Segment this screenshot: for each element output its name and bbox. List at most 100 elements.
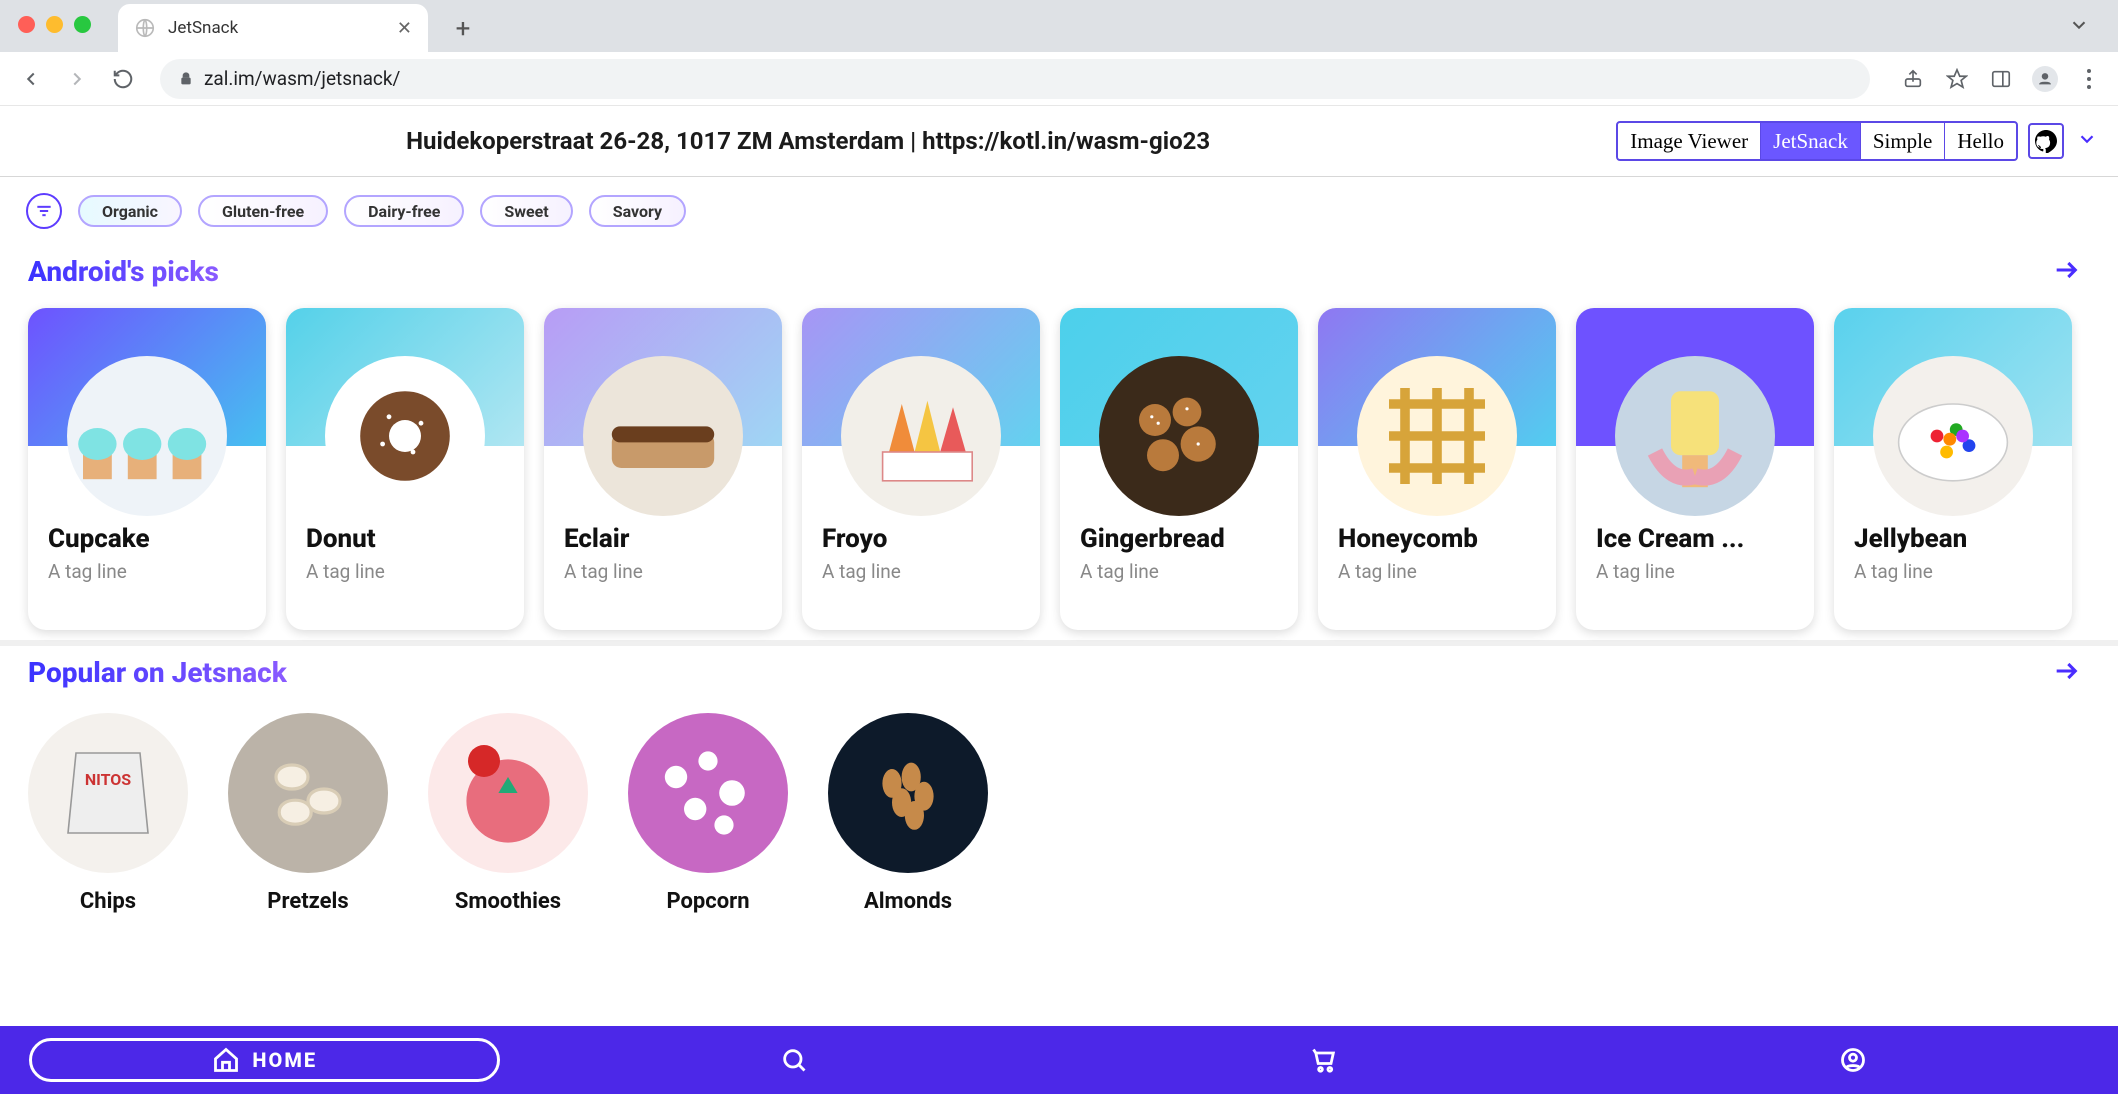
filter-chip-dairy-free[interactable]: Dairy-free [344,195,464,227]
bottom-nav-search[interactable] [530,1046,1060,1074]
snack-tagline: A tag line [564,560,762,583]
bottom-nav: HOME [0,1026,2118,1094]
reload-button[interactable] [108,64,138,94]
snack-image [67,356,227,516]
snack-image [841,356,1001,516]
popular-item[interactable]: Smoothies [428,713,588,914]
snack-tagline: A tag line [306,560,504,583]
snack-card[interactable]: Froyo A tag line [802,308,1040,630]
github-link[interactable] [2028,123,2064,159]
bottom-nav-profile[interactable] [1589,1046,2118,1074]
popular-label: Almonds [864,889,952,914]
bottom-nav-home-label: HOME [252,1048,317,1072]
bottom-nav-home[interactable]: HOME [0,1038,530,1082]
profile-avatar-icon[interactable] [2032,66,2058,92]
sidepanel-icon[interactable] [1988,66,2014,92]
section-header-picks: Android's picks [0,245,2118,292]
globe-icon [134,17,156,39]
page-topbar: Huidekoperstraat 26-28, 1017 ZM Amsterda… [0,106,2118,176]
snack-tagline: A tag line [1080,560,1278,583]
section-header-popular: Popular on Jetsnack [0,646,2118,693]
snack-image [325,356,485,516]
filter-chip-sweet[interactable]: Sweet [480,195,572,227]
window-close-button[interactable] [18,16,35,33]
kebab-menu-icon[interactable] [2076,66,2102,92]
snack-name: Donut [306,524,504,554]
snack-tagline: A tag line [1338,560,1536,583]
browser-tab[interactable]: JetSnack ✕ [118,4,428,52]
snack-name: Ice Cream ... [1596,524,1794,554]
snack-card[interactable]: Donut A tag line [286,308,524,630]
popular-image [428,713,588,873]
filter-chip-gluten-free[interactable]: Gluten-free [198,195,328,227]
filter-icon[interactable] [26,193,62,229]
popular-image [628,713,788,873]
snack-tagline: A tag line [1854,560,2052,583]
bookmark-star-icon[interactable] [1944,66,1970,92]
section-arrow-right-icon[interactable] [2052,657,2080,689]
window-maximize-button[interactable] [74,16,91,33]
popular-label: Smoothies [455,889,561,914]
snack-tagline: A tag line [822,560,1020,583]
demo-tab-hello[interactable]: Hello [1945,123,2016,159]
popular-item[interactable]: Popcorn [628,713,788,914]
url-text: zal.im/wasm/jetsnack/ [204,67,400,90]
snack-name: Honeycomb [1338,524,1536,554]
popular-item[interactable]: Almonds [828,713,988,914]
demo-tab-jetsnack[interactable]: JetSnack [1761,123,1861,159]
popular-item[interactable]: NITOS Chips [28,713,188,914]
popular-item[interactable]: Pretzels [228,713,388,914]
demo-tab-image-viewer[interactable]: Image Viewer [1618,123,1761,159]
snack-card[interactable]: Ice Cream ... A tag line [1576,308,1814,630]
window-controls [18,16,91,33]
share-icon[interactable] [1900,66,1926,92]
browser-actions [1900,66,2102,92]
snack-image [1615,356,1775,516]
back-button[interactable] [16,64,46,94]
page: Huidekoperstraat 26-28, 1017 ZM Amsterda… [0,106,2118,1094]
snack-image [1357,356,1517,516]
profile-icon [1839,1046,1867,1074]
popular-label: Chips [80,889,136,914]
popular-image [828,713,988,873]
popular-row[interactable]: NITOS Chips Pretzels Smoothies Popcorn A… [0,693,2118,934]
cart-icon [1310,1046,1338,1074]
snack-image [1099,356,1259,516]
filter-chip-organic[interactable]: Organic [78,195,182,227]
snack-card[interactable]: Eclair A tag line [544,308,782,630]
browser-tab-title: JetSnack [168,18,238,38]
home-icon [212,1046,240,1074]
snack-image [583,356,743,516]
browser-toolbar: zal.im/wasm/jetsnack/ [0,52,2118,106]
snack-name: Froyo [822,524,1020,554]
snack-tagline: A tag line [1596,560,1794,583]
search-icon [780,1046,808,1074]
snack-card[interactable]: Cupcake A tag line [28,308,266,630]
tabbar-expand-icon[interactable] [2068,14,2090,40]
window-minimize-button[interactable] [46,16,63,33]
close-tab-icon[interactable]: ✕ [377,18,412,39]
popular-label: Popcorn [666,889,749,914]
picks-card-row[interactable]: Cupcake A tag line Donut A tag line Ec [0,292,2118,640]
snack-card[interactable]: Gingerbread A tag line [1060,308,1298,630]
snack-card[interactable]: Jellybean A tag line [1834,308,2072,630]
snack-image [1873,356,2033,516]
demo-tab-simple[interactable]: Simple [1861,123,1946,159]
section-arrow-right-icon[interactable] [2052,256,2080,288]
popular-label: Pretzels [267,889,348,914]
new-tab-button[interactable]: + [446,12,480,46]
address-bar[interactable]: zal.im/wasm/jetsnack/ [160,59,1870,99]
header-chevron-down-icon[interactable] [2076,128,2098,154]
demo-tab-group: Image Viewer JetSnack Simple Hello [1616,121,2018,161]
svg-text:NITOS: NITOS [85,770,131,789]
snack-name: Gingerbread [1080,524,1278,554]
popular-image: NITOS [28,713,188,873]
forward-button[interactable] [62,64,92,94]
github-icon [2034,129,2058,153]
snack-card[interactable]: Honeycomb A tag line [1318,308,1556,630]
snack-name: Cupcake [48,524,246,554]
snack-name: Eclair [564,524,762,554]
bottom-nav-cart[interactable] [1059,1046,1589,1074]
snack-tagline: A tag line [48,560,246,583]
filter-chip-savory[interactable]: Savory [589,195,686,227]
